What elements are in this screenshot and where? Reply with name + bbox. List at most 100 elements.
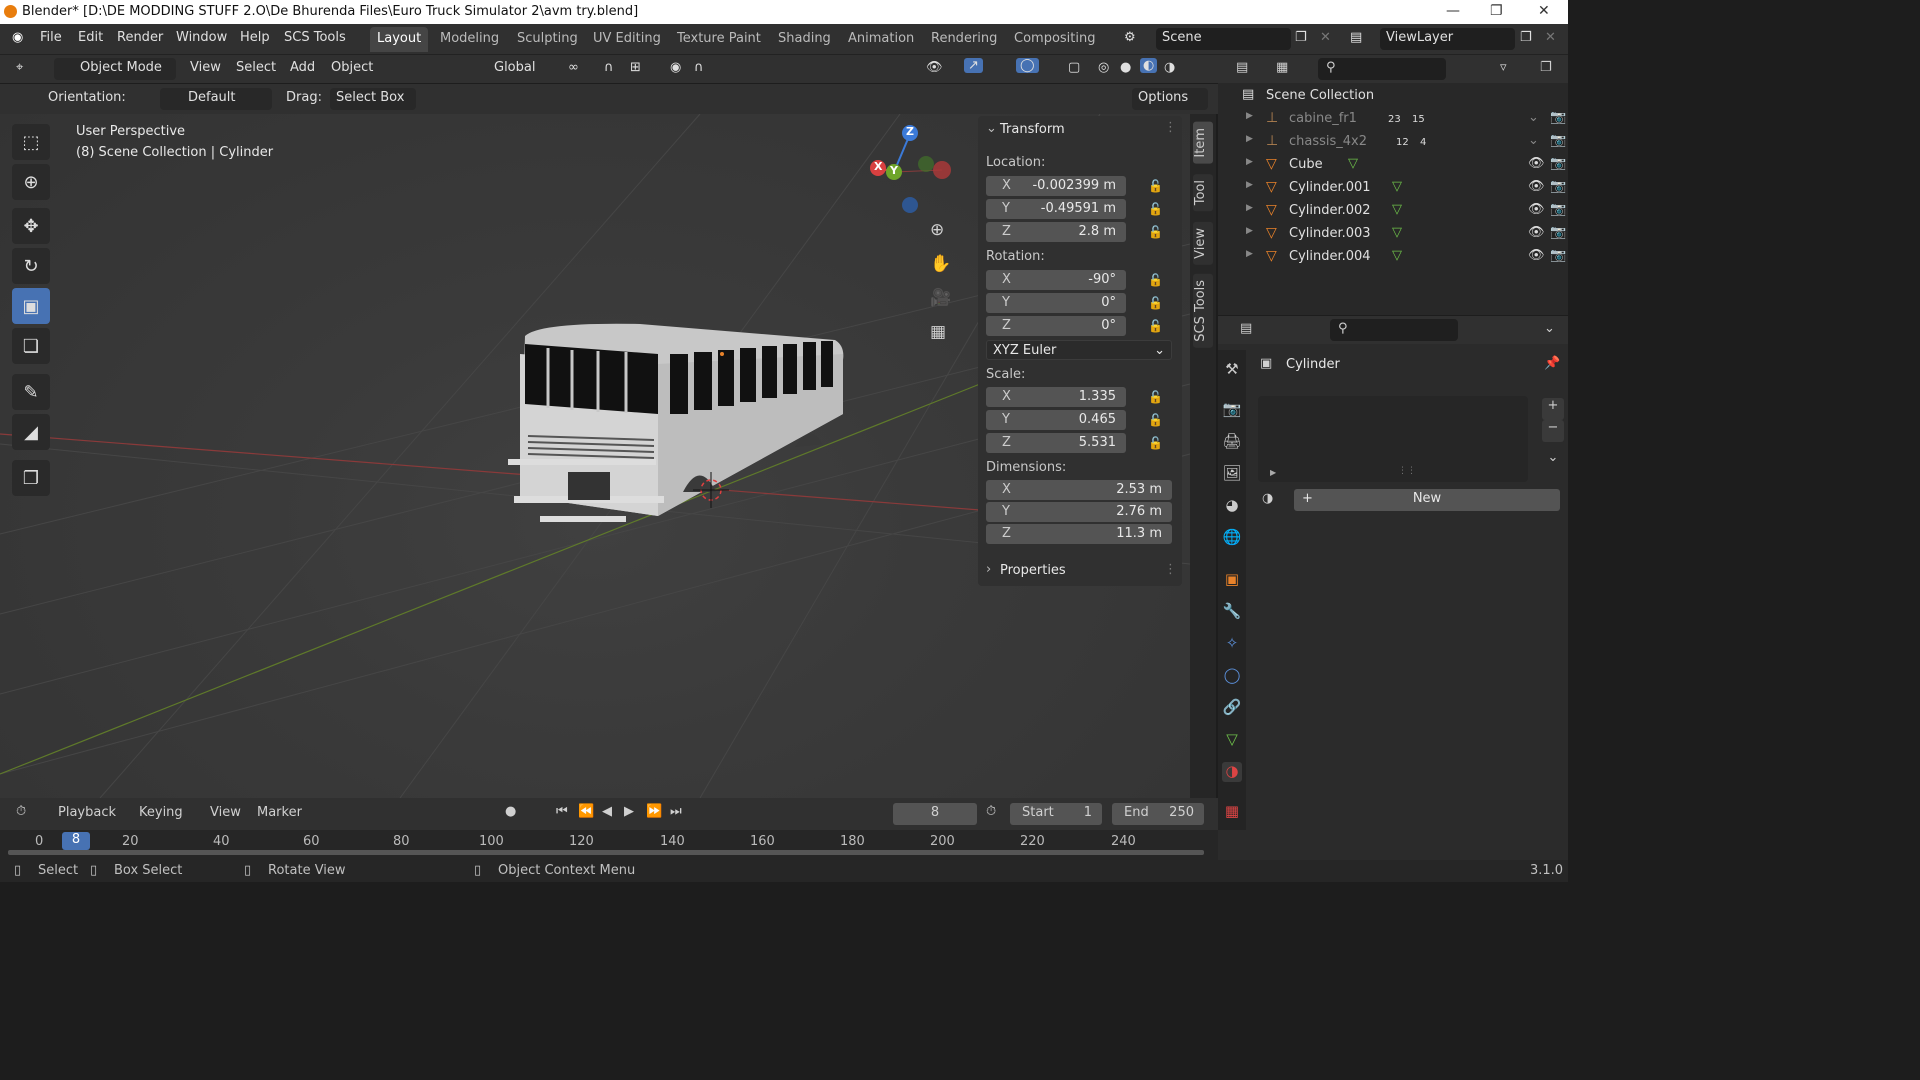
filter-icon[interactable]: ▿ [1500, 60, 1507, 75]
material-shading-icon[interactable]: ◐ [1140, 58, 1158, 73]
lock-icon[interactable]: 🔓 [1148, 413, 1163, 427]
rotation-mode-dropdown[interactable]: XYZ Euler ⌄ [986, 340, 1172, 360]
material-tab-icon[interactable]: ◑ [1222, 762, 1242, 782]
outliner-item-cylinder-002[interactable]: ▶ ▽ Cylinder.002 ▽ 👁 📷 [1218, 200, 1568, 223]
menu-playback[interactable]: Playback [58, 805, 116, 820]
menu-window[interactable]: Window [176, 30, 227, 45]
tab-scs-tools[interactable]: SCS Tools [1193, 274, 1213, 348]
modifier-tab-icon[interactable]: 🔧 [1222, 602, 1242, 622]
transform-orientation-dropdown[interactable]: Global [466, 58, 556, 80]
timeline-ruler[interactable]: 0 20 40 60 80 100 120 140 160 180 200 22… [0, 830, 1218, 860]
eye-icon[interactable]: 👁 [1528, 248, 1545, 263]
pin-icon[interactable]: 📌 [1544, 356, 1560, 371]
resize-handle-icon[interactable]: ⋮⋮ [1398, 466, 1416, 476]
chevron-down-icon[interactable]: ⌄ [1544, 321, 1555, 336]
object-mode-dropdown[interactable]: Object Mode [54, 58, 176, 80]
scene-tab-icon[interactable]: ◕ [1222, 496, 1242, 516]
camera-icon[interactable]: 📷 [1550, 179, 1566, 194]
xray-icon[interactable]: ▢ [1068, 60, 1080, 75]
lock-icon[interactable]: 🔓 [1148, 225, 1163, 239]
outliner-editor-type-icon[interactable]: ▤ [1236, 60, 1248, 75]
object-tab-icon[interactable]: ▣ [1222, 570, 1242, 590]
play-reverse-icon[interactable]: ◀ [602, 804, 612, 819]
remove-slot-icon[interactable]: − [1542, 420, 1564, 442]
lock-icon[interactable]: 🔓 [1148, 319, 1163, 333]
delete-scene-icon[interactable]: ✕ [1320, 30, 1331, 45]
measure-tool-icon[interactable]: ◢ [12, 414, 50, 450]
solid-shading-icon[interactable]: ● [1120, 60, 1131, 75]
menu-help[interactable]: Help [240, 30, 270, 45]
menu-object[interactable]: Object [331, 60, 373, 75]
new-scene-icon[interactable]: ❐ [1295, 30, 1307, 45]
material-browse-icon[interactable]: ◑ [1262, 491, 1273, 506]
end-frame-field[interactable]: End 250 [1112, 803, 1204, 825]
properties-editor-type-icon[interactable]: ▤ [1240, 321, 1252, 336]
outliner-item-chassis[interactable]: ▶ ⊥ chassis_4x2 12 4 ⌄ 📷 [1218, 131, 1568, 154]
data-tab-icon[interactable]: ▽ [1222, 730, 1242, 750]
stopwatch-icon[interactable]: ⏱ [986, 804, 996, 819]
tab-compositing[interactable]: Compositing [1007, 27, 1103, 52]
maximize-icon[interactable]: ❐ [1490, 3, 1503, 19]
chevron-down-icon[interactable]: ⌄ [1542, 450, 1564, 465]
pivot-point-icon[interactable]: ∞ [568, 60, 579, 75]
add-slot-icon[interactable]: + [1542, 398, 1564, 420]
transform-tool-icon[interactable]: ❏ [12, 328, 50, 364]
new-viewlayer-icon[interactable]: ❐ [1520, 30, 1532, 45]
constraints-tab-icon[interactable]: 🔗 [1222, 698, 1242, 718]
properties-search-input[interactable]: ⚲ [1330, 319, 1458, 341]
visibility-icon[interactable]: 👁 [926, 60, 943, 75]
wireframe-shading-icon[interactable]: ◎ [1098, 60, 1109, 75]
zoom-icon[interactable]: ⊕ [930, 220, 944, 240]
current-frame-field[interactable]: 8 [893, 803, 977, 825]
close-icon[interactable]: ✕ [1538, 3, 1550, 19]
menu-scs-tools[interactable]: SCS Tools [284, 30, 346, 45]
rotation-y-field[interactable]: Y 0° [986, 293, 1126, 313]
output-tab-icon[interactable]: 🖨 [1222, 432, 1242, 452]
menu-select[interactable]: Select [236, 60, 276, 75]
select-box-tool-icon[interactable]: ⬚ [12, 124, 50, 160]
outliner-search-input[interactable]: ⚲ [1318, 58, 1446, 80]
tab-modeling[interactable]: Modeling [433, 27, 506, 52]
camera-icon[interactable]: 📷 [1550, 248, 1566, 263]
menu-marker[interactable]: Marker [257, 805, 302, 820]
playhead[interactable]: 8 [62, 832, 90, 850]
viewlayer-field[interactable]: ViewLayer [1380, 28, 1515, 50]
tab-sculpting[interactable]: Sculpting [510, 27, 585, 52]
eye-icon[interactable]: 👁 [1528, 202, 1545, 217]
world-tab-icon[interactable]: 🌐 [1222, 528, 1242, 548]
navigation-gizmo[interactable]: Z X Y [864, 122, 960, 218]
eye-icon[interactable]: 👁 [1528, 156, 1545, 171]
view-layer-tab-icon[interactable]: 🖼 [1222, 464, 1242, 484]
prev-keyframe-icon[interactable]: ⏪ [578, 804, 594, 819]
next-keyframe-icon[interactable]: ⏩ [646, 804, 662, 819]
snap-icon[interactable]: ∩ [604, 60, 614, 75]
menu-keying[interactable]: Keying [139, 805, 183, 820]
lock-icon[interactable]: 🔓 [1148, 390, 1163, 404]
editor-type-icon[interactable]: ⌖ [16, 60, 23, 75]
tab-tool[interactable]: Tool [1193, 174, 1213, 212]
falloff-icon[interactable]: ∩ [694, 60, 704, 75]
location-y-field[interactable]: Y -0.49591 m [986, 199, 1126, 219]
start-frame-field[interactable]: Start 1 [1010, 803, 1102, 825]
orientation-dropdown[interactable]: Default [160, 88, 272, 110]
gizmo-toggle-icon[interactable]: ↗ [964, 58, 983, 73]
dimensions-z-field[interactable]: Z 11.3 m [986, 524, 1172, 544]
rotation-x-field[interactable]: X -90° [986, 270, 1126, 290]
eye-icon[interactable]: 👁 [1528, 179, 1545, 194]
drag-handle-icon[interactable]: ⋮ [1164, 562, 1177, 577]
lock-icon[interactable]: 🔓 [1148, 436, 1163, 450]
material-slot-list[interactable]: ▶ ⋮⋮ [1258, 396, 1528, 482]
expand-icon[interactable]: ▶ [1270, 468, 1276, 477]
timeline-editor-type-icon[interactable]: ⏱ [16, 804, 26, 819]
scale-x-field[interactable]: X 1.335 [986, 387, 1126, 407]
scene-field[interactable]: Scene [1156, 28, 1291, 50]
tool-tab-icon[interactable]: ⚒ [1222, 360, 1242, 380]
menu-render[interactable]: Render [117, 30, 163, 45]
drag-dropdown[interactable]: Select Box [330, 88, 416, 110]
camera-icon[interactable]: 📷 [1550, 202, 1566, 217]
minimize-icon[interactable]: — [1446, 3, 1460, 19]
mesh-data-icon[interactable]: ▽ [1348, 156, 1358, 171]
scene-selector-icon[interactable]: ⚙ [1124, 30, 1136, 45]
jump-start-icon[interactable]: ⏮ [556, 804, 568, 819]
scale-tool-icon[interactable]: ▣ [12, 288, 50, 324]
